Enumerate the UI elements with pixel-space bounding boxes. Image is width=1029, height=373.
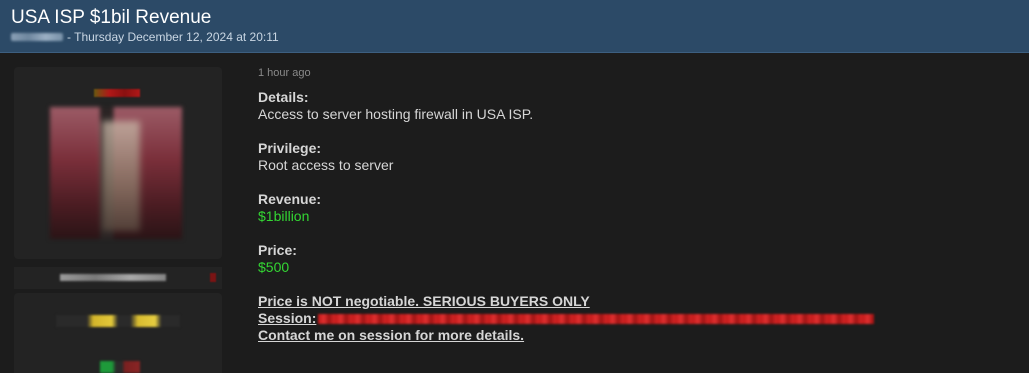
price-notice: Price is NOT negotiable. SERIOUS BUYERS … [258,293,590,309]
field-label: Price: [258,242,297,258]
post-content: 1 hour ago Details: Access to server hos… [258,67,998,344]
session-label: Session: [258,310,317,326]
rank-badges-redacted [56,315,180,327]
reputation-badges-redacted [100,361,140,373]
thread-header: USA ISP $1bil Revenue - Thursday Decembe… [0,0,1029,53]
field-privilege: Privilege: Root access to server [258,140,998,174]
session-id-redacted[interactable] [318,313,875,324]
thread-byline: - Thursday December 12, 2024 at 20:11 [11,30,279,44]
author-name-bar [14,267,222,289]
status-indicator [210,273,216,282]
post-area: 1 hour ago Details: Access to server hos… [0,53,1029,373]
field-label: Details: [258,89,309,105]
field-value: $1billion [258,208,310,224]
avatar[interactable] [50,107,182,239]
post-date: - Thursday December 12, 2024 at 20:11 [67,30,279,44]
field-value: Root access to server [258,157,394,173]
field-label: Privilege: [258,140,322,156]
author-sidebar [14,67,222,373]
field-details: Details: Access to server hosting firewa… [258,89,998,123]
field-label: Revenue: [258,191,322,207]
author-badges [14,293,222,373]
author-username-redacted[interactable] [11,33,63,41]
thread-title: USA ISP $1bil Revenue [11,7,212,28]
author-name-redacted[interactable] [60,274,166,281]
rank-badge-redacted [94,89,140,97]
field-value: $500 [258,259,290,275]
session-row: Session: [258,310,998,327]
field-revenue: Revenue: $1billion [258,191,998,225]
contact-note: Contact me on session for more details. [258,327,525,343]
field-price: Price: $500 [258,242,998,276]
post-time: 1 hour ago [258,67,311,79]
avatar-panel [14,67,222,259]
field-value: Access to server hosting firewall in USA… [258,106,534,122]
